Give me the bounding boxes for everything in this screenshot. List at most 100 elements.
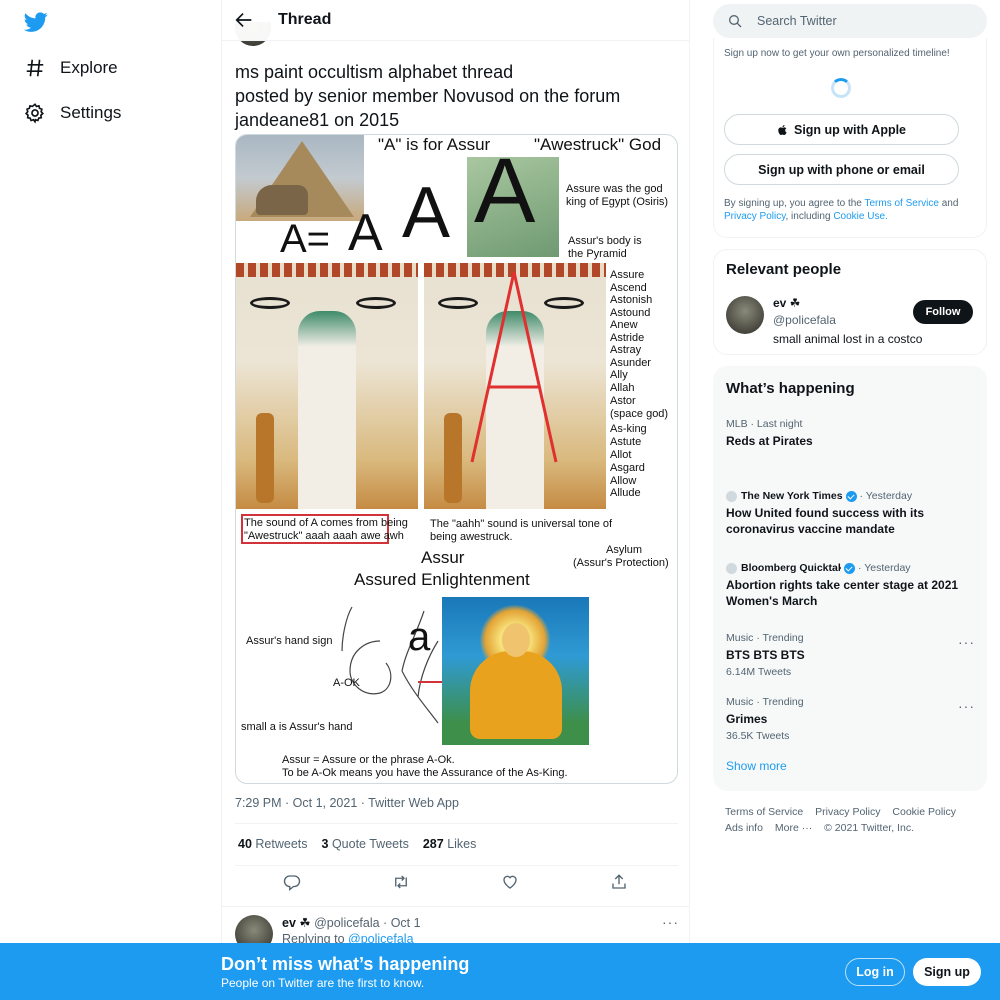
signup-button[interactable]: Sign up xyxy=(913,958,981,986)
reply-button[interactable] xyxy=(283,873,303,893)
news-source: Bloomberg Quicktake xyxy=(741,562,841,574)
like-button[interactable] xyxy=(501,873,521,893)
terms-text: and xyxy=(941,198,959,209)
trend-item[interactable]: The New York Times · Yesterday How United… xyxy=(726,490,978,537)
footer-link[interactable]: Privacy Policy xyxy=(815,806,880,818)
tweet-stats: 40 Retweets 3 Quote Tweets 287 Likes xyxy=(238,837,476,851)
trend-item[interactable]: MLB · Last night Reds at Pirates xyxy=(726,418,978,449)
reply-tweet[interactable]: ev ☘ @policefala · Oct 1 Replying to @po… xyxy=(222,906,689,953)
person-handle[interactable]: @policefala xyxy=(773,313,836,327)
image-caption: Assure was the god xyxy=(566,183,663,195)
word-list-item: Asgard xyxy=(610,462,645,474)
follow-button[interactable]: Follow xyxy=(913,300,973,324)
heart-icon xyxy=(503,875,517,889)
letter-a-glyph: A xyxy=(474,140,536,242)
signup-phone-button[interactable]: Sign up with phone or email xyxy=(724,154,959,185)
nav-item-explore[interactable]: Explore xyxy=(24,55,118,81)
word-list-item: Ally xyxy=(610,369,628,381)
signup-subtitle: Sign up now to get your own personalized… xyxy=(724,48,950,59)
tweet-text-line: posted by senior member Novusod on the f… xyxy=(235,86,621,106)
word-list-item: (space god) xyxy=(610,408,669,420)
image-caption: (Assur's Protection) xyxy=(573,557,669,569)
word-list-item: Astute xyxy=(610,436,642,448)
search-bar[interactable] xyxy=(713,4,987,38)
apple-icon xyxy=(778,124,787,135)
trend-item[interactable]: Music · Trending Grimes 36.5K Tweets xyxy=(726,696,978,742)
trend-meta: MLB · Last night xyxy=(726,418,803,430)
terms-of-service-link[interactable]: Terms of Service xyxy=(864,198,938,209)
footer-link[interactable]: Terms of Service xyxy=(725,806,803,818)
retweets-count: 40 xyxy=(238,837,252,851)
whats-happening-card: What’s happening MLB · Last night Reds a… xyxy=(713,366,987,791)
more-options-icon[interactable]: ··· xyxy=(662,915,680,929)
reply-icon xyxy=(283,875,301,891)
tweet-text-line: ms paint occultism alphabet thread xyxy=(235,62,514,82)
trend-count: 36.5K Tweets xyxy=(726,730,790,742)
news-source: The New York Times xyxy=(741,490,843,502)
gear-icon xyxy=(24,103,44,124)
image-caption: small a is Assur's hand xyxy=(241,721,353,733)
image-caption: A-OK xyxy=(333,677,360,689)
cookie-use-link[interactable]: Cookie Use. xyxy=(833,211,887,222)
twitter-bird-icon[interactable] xyxy=(24,10,48,34)
tweet-text: ms paint occultism alphabet thread poste… xyxy=(235,60,675,132)
tweet-timestamp[interactable]: 7:29 PM · Oct 1, 2021 · Twitter Web App xyxy=(235,796,459,810)
trend-meta: Bloomberg Quicktake · Yesterday xyxy=(726,562,978,574)
login-button[interactable]: Log in xyxy=(845,958,905,986)
trend-item[interactable]: Bloomberg Quicktake · Yesterday Abortion … xyxy=(726,562,978,609)
footer-link[interactable]: Ads info xyxy=(725,822,763,834)
privacy-policy-link[interactable]: Privacy Policy xyxy=(724,211,786,222)
reply-author[interactable]: ev ☘ @policefala · Oct 1 xyxy=(282,915,421,930)
tweet-image[interactable]: "A" is for Assur "Awestruck" God A= A A … xyxy=(235,134,678,784)
login-prompt-bar: Don’t miss what’s happening People on Tw… xyxy=(0,943,1000,1000)
quote-tweets-stat[interactable]: 3 Quote Tweets xyxy=(322,837,409,851)
trend-time: · Yesterday xyxy=(858,562,911,574)
retweet-button[interactable] xyxy=(392,873,412,893)
person-name[interactable]: ev ☘ xyxy=(773,296,800,310)
news-source-icon xyxy=(726,490,737,502)
nav-item-label: Explore xyxy=(60,58,118,77)
prompt-title: Don’t miss what’s happening xyxy=(221,954,470,974)
trend-title: BTS BTS BTS xyxy=(726,648,805,662)
image-caption: being awestruck. xyxy=(430,531,513,543)
image-caption: Assur xyxy=(421,548,465,567)
show-more-link[interactable]: Show more xyxy=(726,759,787,773)
word-list-item: As-king xyxy=(610,423,647,435)
pyramid-photo xyxy=(236,135,364,221)
avatar[interactable] xyxy=(726,296,764,334)
signup-apple-button[interactable]: Sign up with Apple xyxy=(724,114,959,145)
signup-apple-label: Sign up with Apple xyxy=(793,122,907,137)
back-arrow-icon[interactable] xyxy=(233,9,255,31)
trend-item[interactable]: Music · Trending BTS BTS BTS 6.14M Tweet… xyxy=(726,632,978,678)
tweet-actions xyxy=(222,873,689,895)
footer-link[interactable]: More ··· xyxy=(775,822,812,834)
main-column: Thread ms paint occultism alphabet threa… xyxy=(221,0,690,1000)
trend-title: Grimes xyxy=(726,712,768,726)
right-sidebar: Sign up now to get your own personalized… xyxy=(690,0,1000,1000)
trend-meta: Music · Trending xyxy=(726,632,804,644)
trend-meta: Music · Trending xyxy=(726,696,804,708)
letter-a-glyph: a xyxy=(408,615,431,659)
more-options-icon[interactable]: ··· xyxy=(958,635,976,649)
trend-title: Reds at Pirates xyxy=(726,434,813,448)
word-list-item: Assure xyxy=(610,269,645,281)
word-list-item: Astor xyxy=(610,395,636,407)
footer-link[interactable]: Cookie Policy xyxy=(892,806,956,818)
likes-stat[interactable]: 287 Likes xyxy=(423,837,477,851)
more-options-icon[interactable]: ··· xyxy=(958,699,976,713)
image-caption: the Pyramid xyxy=(568,248,627,260)
letter-a-glyph: A xyxy=(348,204,383,262)
likes-count: 287 xyxy=(422,837,444,851)
nav-item-settings[interactable]: Settings xyxy=(24,100,121,126)
search-input[interactable] xyxy=(757,11,967,31)
retweets-stat[interactable]: 40 Retweets xyxy=(238,837,308,851)
trend-count: 6.14M Tweets xyxy=(726,666,792,678)
terms-text: By signing up, you agree to the xyxy=(724,198,862,209)
quote-tweets-count: 3 xyxy=(321,837,329,851)
letter-a-glyph: A xyxy=(402,173,451,253)
search-icon xyxy=(729,15,742,28)
trend-meta: The New York Times · Yesterday xyxy=(726,490,978,502)
reply-author-name: ev ☘ xyxy=(282,916,311,930)
share-button[interactable] xyxy=(610,873,630,893)
trend-title: How United found success with its corona… xyxy=(726,506,925,536)
